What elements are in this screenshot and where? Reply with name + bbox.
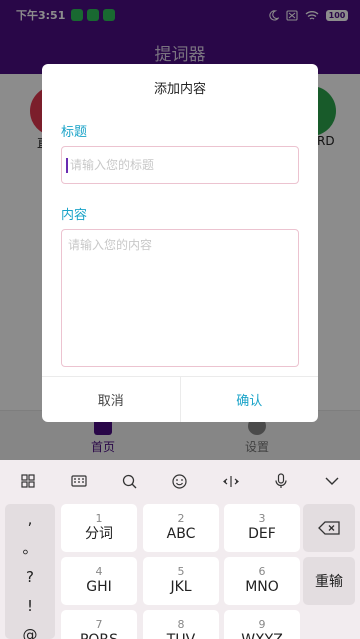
key-number: 8	[177, 618, 185, 631]
symbol-key[interactable]: !	[5, 591, 55, 620]
dialog-actions: 取消 确认	[42, 376, 318, 422]
key-number: 2	[177, 512, 185, 525]
reenter-key[interactable]: 重输	[303, 557, 355, 605]
symbol-column: , 。 ? ! @	[5, 504, 55, 639]
cursor-move-icon[interactable]	[219, 469, 243, 493]
key-number: 9	[258, 618, 266, 631]
key-letters: JKL	[170, 579, 192, 595]
keyboard-toolbar	[0, 460, 360, 502]
text-cursor	[66, 158, 68, 173]
content-label: 内容	[61, 208, 88, 223]
key-letters: WXYZ	[241, 631, 283, 639]
title-input[interactable]	[61, 146, 299, 184]
key-letters: TUV	[167, 631, 195, 639]
key-1[interactable]: 1 分词	[61, 504, 137, 552]
key-number: 5	[177, 565, 185, 578]
key-8[interactable]: 8 TUV	[143, 610, 219, 639]
soft-keyboard: , 。 ? ! @ 1 分词 2 ABC 3 DEF 4 GHI 5 JKL 6…	[0, 460, 360, 639]
key-number: 7	[95, 618, 103, 631]
symbol-key[interactable]: ?	[5, 562, 55, 591]
backspace-key[interactable]	[303, 504, 355, 552]
key-3[interactable]: 3 DEF	[224, 504, 300, 552]
keyboard-icon[interactable]	[67, 469, 91, 493]
dialog-title: 添加内容	[153, 82, 206, 97]
title-label: 标题	[61, 125, 88, 140]
add-content-dialog: 添加内容 标题 内容 取消 确认	[42, 64, 318, 422]
key-number: 1	[95, 512, 103, 525]
key-2[interactable]: 2 ABC	[143, 504, 219, 552]
key-number: 4	[95, 565, 103, 578]
key-letters: 分词	[85, 526, 113, 542]
content-textarea[interactable]	[61, 229, 299, 367]
symbol-key[interactable]: 。	[5, 533, 55, 562]
cancel-button[interactable]: 取消	[42, 377, 181, 422]
key-7[interactable]: 7 PQRS	[61, 610, 137, 639]
key-5[interactable]: 5 JKL	[143, 557, 219, 605]
key-6[interactable]: 6 MNO	[224, 557, 300, 605]
search-icon[interactable]	[117, 469, 141, 493]
confirm-button[interactable]: 确认	[181, 377, 319, 422]
symbol-key[interactable]: ,	[5, 504, 55, 533]
key-letters: ABC	[166, 526, 196, 542]
key-9[interactable]: 9 WXYZ	[224, 610, 300, 639]
microphone-icon[interactable]	[269, 469, 293, 493]
key-number: 3	[258, 512, 266, 525]
key-letters: PQRS	[80, 631, 118, 639]
backspace-icon	[318, 521, 340, 535]
key-letters: DEF	[248, 526, 276, 542]
emoji-icon[interactable]	[168, 469, 192, 493]
grid-menu-icon[interactable]	[16, 469, 40, 493]
symbol-key[interactable]: @	[5, 620, 55, 639]
key-number: 6	[258, 565, 266, 578]
key-4[interactable]: 4 GHI	[61, 557, 137, 605]
chevron-down-icon[interactable]	[320, 469, 344, 493]
key-letters: GHI	[86, 579, 112, 595]
key-letters: MNO	[245, 579, 279, 595]
